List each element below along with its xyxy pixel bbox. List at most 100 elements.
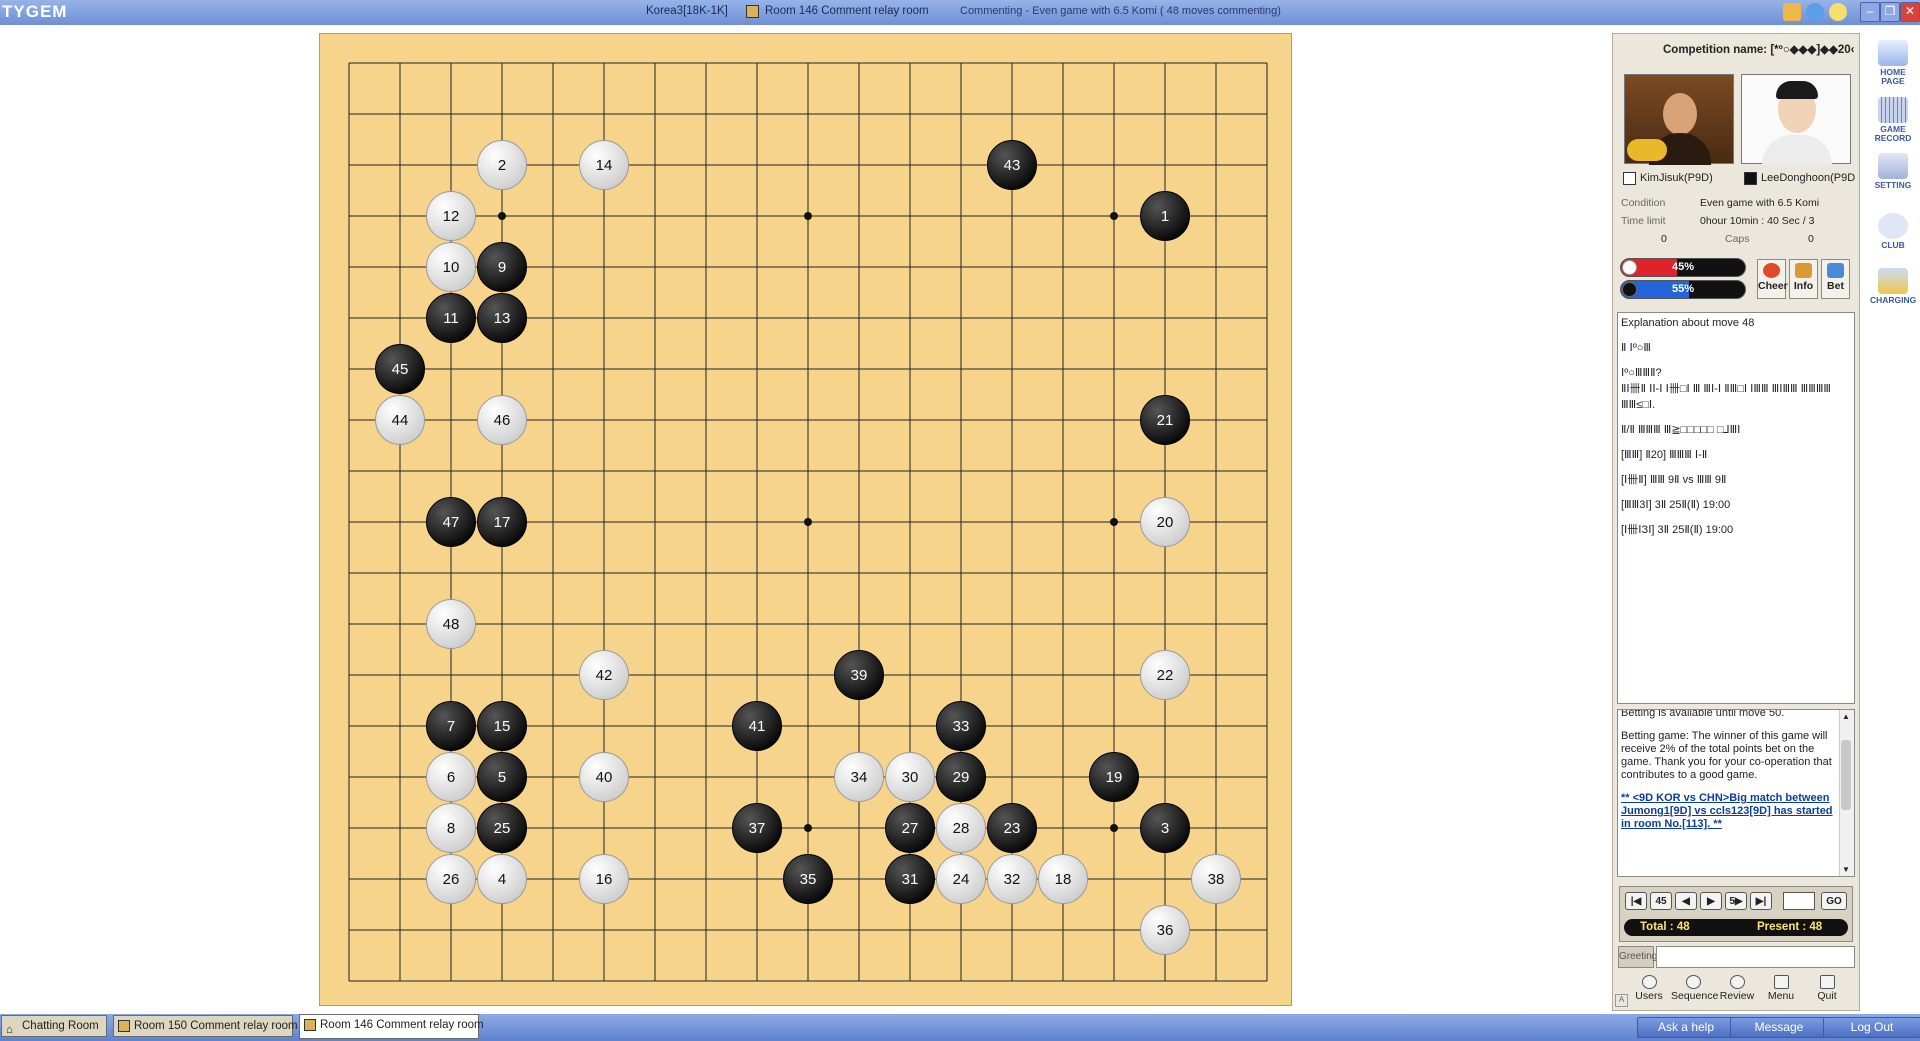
cheer-icon [1763,263,1780,278]
review-icon [1729,975,1745,989]
move-number-input[interactable] [1783,892,1815,910]
white-stone: 38 [1191,854,1241,904]
black-stone: 25 [477,803,527,853]
explanation-line: [Ⅰ卌Ⅱ] ⅢⅢ 9Ⅱ vs ⅢⅢ 9Ⅱ [1621,474,1727,486]
explanation-line: ⅢⅢ≤□Ⅰ. [1621,399,1656,411]
menu-button[interactable]: Menu [1759,973,1803,1005]
svg-text:9: 9 [498,259,506,276]
svg-text:22: 22 [1157,667,1174,684]
close-button[interactable]: ✕ [1900,2,1920,22]
black-stone: 7 [426,701,476,751]
svg-text:41: 41 [749,718,766,735]
users-icon [1641,975,1657,989]
info-label: Info [1793,280,1814,292]
board-grid[interactable]: 1234567891011121314151617181920212223242… [320,34,1291,1005]
svg-text:18: 18 [1055,871,1072,888]
charging-icon [1878,268,1908,294]
total-moves: Total : 48 [1640,921,1690,933]
logout-button[interactable]: Log Out [1823,1017,1920,1038]
sequence-icon [1685,975,1701,989]
users-button[interactable]: Users [1627,973,1671,1005]
quit-label: Quit [1817,990,1837,1002]
svg-text:31: 31 [902,871,919,888]
ask-help-button[interactable]: Ask a help [1637,1017,1735,1038]
svg-text:43: 43 [1004,157,1021,174]
side-club[interactable]: CLUB [1870,213,1916,250]
svg-text:27: 27 [902,820,919,837]
room-board-icon [746,5,759,18]
review-button[interactable]: Review [1715,973,1759,1005]
black-stone: 5 [477,752,527,802]
chat-room-link[interactable]: ** <9D KOR vs CHN>Big match between Jumo… [1621,792,1833,830]
forward-five-button[interactable]: 5▶ [1725,892,1747,910]
bet-button[interactable]: Bet [1821,259,1850,299]
svg-text:13: 13 [494,310,511,327]
restore-button[interactable]: ❐ [1880,2,1900,22]
tab-chatting-room[interactable]: ⌂ Chatting Room [1,1015,107,1037]
explanation-line: Ⅱ Ⅰº○Ⅲ [1621,342,1651,354]
side-game-record-label: GAME RECORD [1874,124,1912,143]
tab-room-146[interactable]: Room 146 Comment relay room [299,1014,484,1039]
white-stone: 48 [426,599,476,649]
black-stone: 21 [1140,395,1190,445]
present-move: Present : 48 [1757,921,1823,933]
search-icon[interactable] [1806,3,1824,21]
svg-text:35: 35 [800,871,817,888]
side-charging[interactable]: CHARGING [1870,268,1916,305]
tab-room-150[interactable]: Room 150 Comment relay room [113,1015,298,1037]
black-stone: 27 [885,803,935,853]
move-counter: Total : 48 Present : 48 [1624,919,1848,936]
pencil-icon[interactable] [1783,3,1801,21]
back-five-button[interactable]: 45 [1650,892,1672,910]
cheer-button[interactable]: Cheer [1757,259,1788,299]
game-record-icon [1878,97,1908,123]
move-navigator: |◀ 45 ◀ ▶ 5▶ ▶| GO Total : 48 Present : … [1619,886,1853,942]
go-board[interactable]: 1 2 3 4 5 6 7 8 9 10 11 12 13 14 15 16 17 18 19 20 21 22 23 24 2… [319,33,1292,1006]
menu-label: Menu [1767,990,1795,1002]
minimize-button[interactable]: – [1860,2,1880,22]
greeting-input[interactable] [1656,946,1855,968]
svg-text:10: 10 [443,259,460,276]
white-stone: 4 [477,854,527,904]
info-button[interactable]: Info [1789,259,1818,299]
tab-label: Room 146 Comment relay room [320,1019,484,1031]
previous-move-button[interactable]: ◀ [1675,892,1697,910]
white-stone: 10 [426,242,476,292]
white-stone: 2 [477,140,527,190]
black-stone: 41 [732,701,782,751]
message-button[interactable]: Message [1730,1017,1828,1038]
svg-text:45: 45 [392,361,409,378]
go-button[interactable]: GO [1821,892,1847,910]
move-explanation[interactable]: Explanation about move 48 Ⅱ Ⅰº○Ⅲ Ⅰº○ⅢⅢⅡ?… [1617,312,1855,704]
white-stone-icon [1623,172,1636,185]
condition-value: Even game with 6.5 Komi [1700,197,1820,209]
black-stone: 47 [426,497,476,547]
svg-text:2: 2 [498,157,506,174]
scroll-down-icon[interactable]: ▼ [1842,865,1850,874]
side-home-page[interactable]: HOME PAGE [1870,40,1916,86]
svg-text:20: 20 [1157,514,1174,531]
chat-scrollbar[interactable]: ▲ ▼ [1839,710,1854,876]
sequence-button[interactable]: Sequence [1671,973,1719,1005]
svg-text:15: 15 [494,718,511,735]
svg-text:38: 38 [1208,871,1225,888]
explanation-line: Ⅱ/Ⅱ ⅢⅢⅢ Ⅲ≧□□□□□ □⅃ⅢⅠ [1621,424,1741,436]
star-point [804,824,812,832]
scroll-thumb[interactable] [1841,740,1851,810]
first-move-button[interactable]: |◀ [1625,892,1647,910]
star-point [804,212,812,220]
next-move-button[interactable]: ▶ [1700,892,1722,910]
lightbulb-icon[interactable] [1829,3,1847,21]
white-stone: 42 [579,650,629,700]
scroll-up-icon[interactable]: ▲ [1842,712,1850,721]
svg-text:48: 48 [443,616,460,633]
last-move-button[interactable]: ▶| [1750,892,1772,910]
sequence-label: Sequence [1671,990,1719,1002]
board-icon [118,1020,130,1032]
side-game-record[interactable]: GAME RECORD [1870,97,1916,143]
quit-button[interactable]: Quit [1805,973,1849,1005]
chat-log[interactable]: Betting is available until move 50. Bett… [1617,709,1855,877]
svg-text:47: 47 [443,514,460,531]
star-point [1110,212,1118,220]
side-setting[interactable]: SETTING [1870,153,1916,190]
